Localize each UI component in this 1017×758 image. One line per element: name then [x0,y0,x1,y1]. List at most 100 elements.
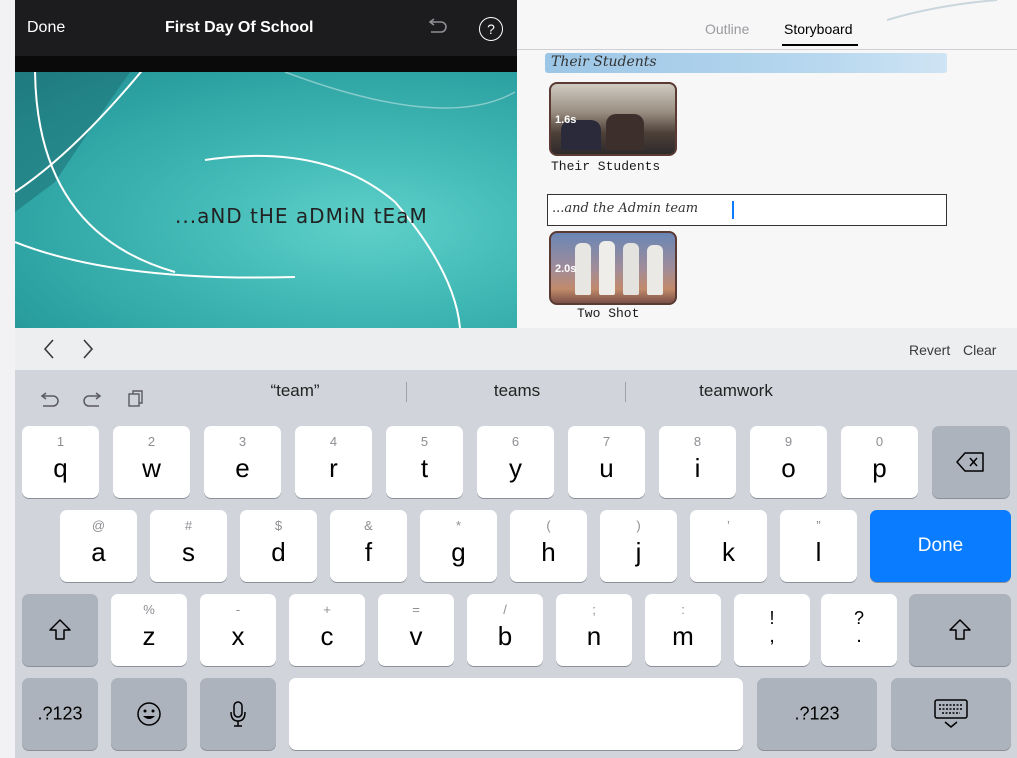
key-f[interactable]: & f [330,510,407,582]
storyboard-panel: Outline Storyboard Their Students 1.6s T… [517,0,1017,328]
backspace-key[interactable] [932,426,1010,498]
key-hint: ( [546,518,551,533]
key-comma[interactable]: !, [734,594,810,666]
title-background-lines [15,72,516,328]
key-hint: 3 [238,434,247,449]
suggestion-2[interactable]: teams [407,370,627,412]
preview-letterbox [15,56,517,72]
suggestion-3[interactable]: teamwork [626,370,846,412]
key-a[interactable]: @ a [60,510,137,582]
dictation-key[interactable] [200,678,276,750]
key-b[interactable]: / b [467,594,543,666]
key-hint: - [235,602,241,617]
key-label: r [329,453,338,483]
chevron-left-icon[interactable] [42,338,56,360]
clip-title: Two Shot [577,306,640,321]
key-label: j [635,537,642,567]
key-hint: 4 [329,434,338,449]
key-hint: ; [592,602,596,617]
key-i[interactable]: 8i [659,426,736,498]
tab-storyboard[interactable]: Storyboard [784,21,852,37]
key-q[interactable]: 1q [22,426,99,498]
decorative-swoosh [886,0,998,21]
key-w[interactable]: 2w [113,426,190,498]
key-k[interactable]: ’ k [690,510,767,582]
clip-duration: 2.0s [555,263,577,275]
key-label: n [586,621,602,651]
key-v[interactable]: = v [378,594,454,666]
revert-button[interactable]: Revert [909,342,950,358]
space-bar[interactable] [289,678,743,750]
clip-thumbnail[interactable]: 2.0s [549,231,677,305]
key-label: y [509,453,522,483]
key-t[interactable]: 5t [386,426,463,498]
key-hint: 9 [784,434,793,449]
key-hint: 5 [420,434,429,449]
key-hint: + [323,602,331,617]
suggestion-1[interactable]: “team” [185,370,405,412]
video-preview[interactable]: ...aND tHE aDMiN tEaM [15,72,517,328]
key-hint: 6 [511,434,520,449]
key-m[interactable]: :m [645,594,721,666]
done-key[interactable]: Done [870,510,1011,582]
key-u[interactable]: 7u [568,426,645,498]
numbers-key-label: .?123 [37,703,83,724]
key-r[interactable]: 4r [295,426,372,498]
thumbnail-figure [599,241,615,295]
clip-thumbnail[interactable]: 1.6s [549,82,677,156]
key-hint: @ [91,518,106,533]
hide-keyboard-key[interactable] [891,678,1011,750]
chevron-right-icon[interactable] [81,338,95,360]
key-n[interactable]: ; n [556,594,632,666]
numbers-key-right[interactable]: .?123 [757,678,877,750]
key-label: z [142,621,156,651]
section-heading[interactable]: Their Students [551,54,657,70]
key-z[interactable]: % z [111,594,187,666]
numbers-key-left[interactable]: .?123 [22,678,98,750]
key-hint: / [503,602,507,617]
active-tab-indicator [782,44,858,46]
section-heading-input[interactable]: ...and the Admin team [547,194,947,226]
key-y[interactable]: 6y [477,426,554,498]
undo-arrow-icon[interactable] [425,18,449,38]
key-period[interactable]: ?. [821,594,897,666]
key-g[interactable]: * g [420,510,497,582]
key-label: d [271,537,286,567]
key-x[interactable]: -x [200,594,276,666]
undo-icon[interactable] [39,391,61,407]
key-l[interactable]: ” l [780,510,857,582]
key-label: a [91,537,106,567]
redo-icon[interactable] [81,391,103,407]
key-hint: # [184,518,193,533]
key-label: , [769,625,775,647]
key-hint: ” [816,518,821,533]
key-label: m [672,621,694,651]
key-h[interactable]: (h [510,510,587,582]
key-hint: ) [636,518,641,533]
thumbnail-figure [647,245,663,295]
done-button[interactable]: Done [27,19,65,37]
paste-icon[interactable] [127,389,145,407]
shift-key-right[interactable] [909,594,1011,666]
key-label: v [409,621,423,651]
key-p[interactable]: 0p [841,426,918,498]
backspace-icon [956,452,984,472]
shift-key-left[interactable] [22,594,98,666]
done-key-label: Done [917,535,964,556]
emoji-key[interactable] [111,678,187,750]
key-s[interactable]: # s [150,510,227,582]
key-o[interactable]: 9o [750,426,827,498]
microphone-icon [230,701,246,727]
key-label: i [694,453,701,483]
key-label: u [599,453,614,483]
tab-outline[interactable]: Outline [705,21,749,37]
key-e[interactable]: 3e [204,426,281,498]
key-j[interactable]: ) j [600,510,677,582]
clear-button[interactable]: Clear [963,342,996,358]
key-label: s [182,537,195,567]
key-label: o [781,453,796,483]
section-heading-text: ...and the Admin team [552,201,699,216]
key-d[interactable]: $ d [240,510,317,582]
question-mark-icon[interactable]: ? [479,17,503,41]
key-c[interactable]: + c [289,594,365,666]
